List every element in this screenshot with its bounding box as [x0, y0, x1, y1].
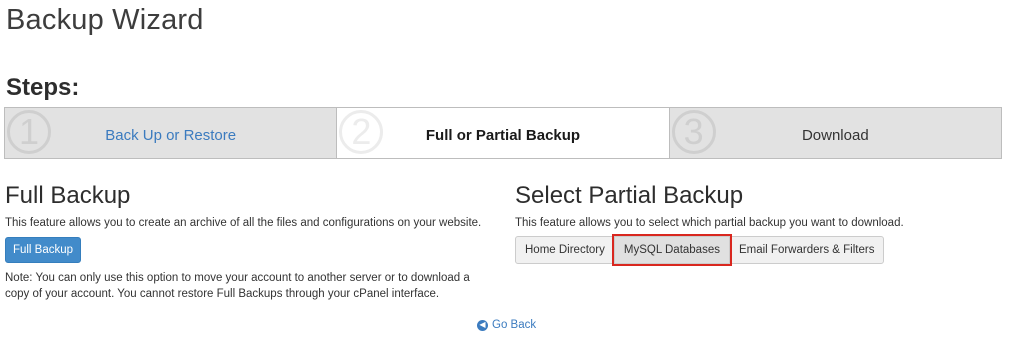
step-download: 3 Download	[670, 108, 1001, 158]
step-back-up-or-restore[interactable]: 1 Back Up or Restore	[5, 108, 338, 158]
arrow-left-circle-icon: ◀	[477, 319, 488, 331]
home-directory-button[interactable]: Home Directory	[515, 236, 615, 264]
step-number-1: 1	[7, 110, 51, 154]
step-label-back-up-or-restore[interactable]: Back Up or Restore	[105, 127, 236, 144]
step-number-2: 2	[339, 110, 384, 154]
steps-bar: 1 Back Up or Restore 2 Full or Partial B…	[4, 107, 1002, 159]
step-full-or-partial-backup: 2 Full or Partial Backup	[337, 108, 670, 158]
steps-heading: Steps:	[6, 74, 80, 101]
full-backup-button[interactable]: Full Backup	[5, 237, 81, 263]
partial-backup-description: This feature allows you to select which …	[515, 217, 904, 229]
full-backup-description: This feature allows you to create an arc…	[5, 217, 482, 229]
full-backup-note: Note: You can only use this option to mo…	[5, 272, 470, 300]
full-backup-title: Full Backup	[5, 182, 131, 209]
step-number-3: 3	[671, 110, 716, 154]
page-title: Backup Wizard	[6, 4, 204, 36]
step-label-download: Download	[801, 126, 869, 144]
partial-backup-button-group: Home Directory MySQL Databases Email For…	[515, 234, 885, 266]
go-back-link[interactable]: ◀ Go Back	[477, 319, 536, 331]
email-forwarders-filters-button[interactable]: Email Forwarders & Filters	[728, 236, 885, 264]
step-label-full-or-partial-backup: Full or Partial Backup	[425, 126, 581, 144]
go-back-label: Go Back	[492, 319, 537, 331]
partial-backup-title: Select Partial Backup	[515, 182, 744, 209]
mysql-databases-button[interactable]: MySQL Databases	[611, 234, 732, 266]
